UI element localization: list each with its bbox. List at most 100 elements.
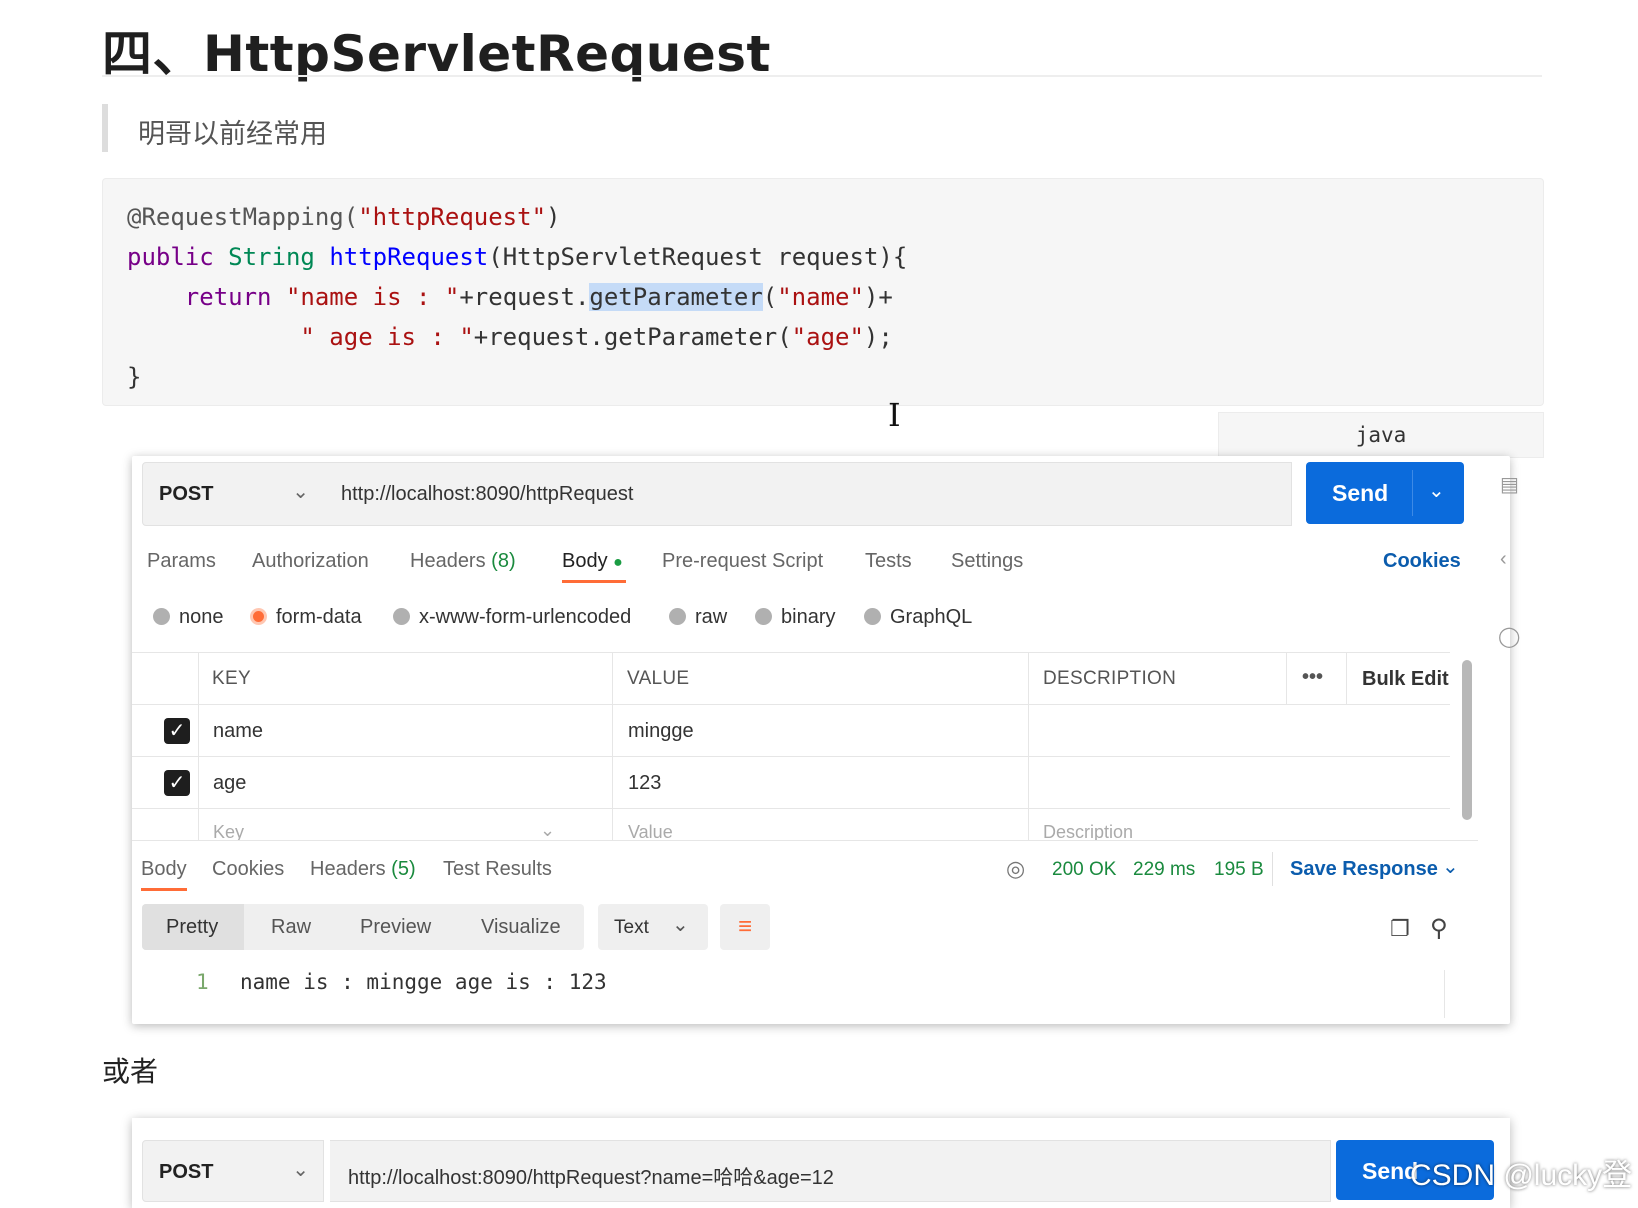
view-pretty[interactable]: Pretty	[166, 916, 218, 939]
chevron-down-icon: ⌄	[292, 1159, 309, 1181]
code-text: (HttpServletRequest request){	[488, 243, 908, 271]
column-header-key: KEY	[212, 668, 251, 689]
radio-binary[interactable]: binary	[755, 606, 835, 629]
tab-params[interactable]: Params	[147, 550, 216, 573]
code-method-name: httpRequest	[329, 243, 489, 271]
response-headers-count: (5)	[391, 858, 416, 880]
send-divider	[1412, 470, 1413, 516]
code-text: )	[546, 203, 561, 231]
radio-circle-icon	[755, 608, 772, 625]
radio-label: x-www-form-urlencoded	[419, 606, 632, 628]
chevron-down-icon: ⌄	[292, 481, 309, 503]
response-tab-test-results[interactable]: Test Results	[443, 858, 552, 881]
tab-headers-count: (8)	[491, 550, 516, 572]
url-input-2[interactable]: http://localhost:8090/httpRequest?name=哈…	[330, 1140, 1331, 1202]
radio-circle-icon	[393, 608, 410, 625]
row-checkbox[interactable]: ✓	[164, 770, 190, 796]
method-label: POST	[159, 483, 214, 505]
radio-raw[interactable]: raw	[669, 606, 727, 629]
tab-body-underline	[562, 580, 626, 583]
table-border	[612, 652, 613, 840]
radio-graphql[interactable]: GraphQL	[864, 606, 972, 629]
info-icon[interactable]: ◯	[1498, 624, 1520, 649]
heading-divider	[102, 75, 1542, 77]
chevron-left-icon[interactable]: ‹	[1500, 548, 1507, 571]
code-type: String	[228, 243, 315, 271]
copy-icon[interactable]: ❐	[1390, 916, 1410, 942]
param-value[interactable]: 123	[628, 772, 661, 795]
format-select[interactable]: Text ⌄	[598, 904, 708, 950]
tab-body-label: Body	[562, 550, 608, 572]
response-tab-headers-label: Headers	[310, 858, 386, 880]
response-time: 229 ms	[1133, 859, 1196, 880]
radio-label: GraphQL	[890, 606, 973, 628]
more-options-icon[interactable]: •••	[1302, 666, 1323, 689]
tab-pre-request-script[interactable]: Pre-request Script	[662, 550, 823, 573]
send-button[interactable]: Send ⌄	[1306, 462, 1464, 524]
method-select-2[interactable]: POST ⌄	[142, 1140, 324, 1202]
code-content[interactable]: @RequestMapping("httpRequest") public St…	[127, 197, 907, 397]
radio-form-data[interactable]: form-data	[250, 606, 362, 629]
tab-body[interactable]: Body ●	[562, 550, 623, 573]
table-border	[132, 756, 1450, 757]
radio-circle-icon	[153, 608, 170, 625]
chevron-down-icon: ⌄	[672, 914, 689, 936]
document-icon[interactable]: ▤	[1500, 472, 1519, 497]
chevron-down-icon[interactable]: ⌄	[1442, 854, 1459, 879]
code-selection: getParameter	[589, 283, 763, 311]
body-indicator-dot: ●	[613, 554, 623, 571]
divider	[1272, 852, 1273, 886]
row-checkbox[interactable]: ✓	[164, 718, 190, 744]
search-icon[interactable]: ⚲	[1430, 914, 1448, 943]
radio-label: binary	[781, 606, 836, 628]
response-tab-underline	[141, 888, 187, 891]
view-raw[interactable]: Raw	[271, 916, 311, 939]
table-border	[132, 652, 1450, 653]
view-preview[interactable]: Preview	[360, 916, 431, 939]
bulk-edit-button[interactable]: Bulk Edit	[1362, 668, 1449, 691]
table-border	[198, 652, 199, 840]
code-keyword: return	[184, 283, 272, 311]
globe-icon[interactable]: ◎	[1006, 856, 1025, 882]
line-number: 1	[196, 970, 209, 994]
response-output[interactable]: name is : mingge age is : 123	[240, 970, 607, 994]
view-visualize[interactable]: Visualize	[481, 916, 561, 939]
code-text: );	[863, 323, 893, 351]
table-border	[132, 808, 1450, 809]
view-mode-group: Pretty Raw Preview Visualize	[142, 904, 584, 950]
method-select[interactable]: POST ⌄	[142, 462, 324, 526]
code-text: (	[762, 283, 778, 311]
code-text: )+	[863, 283, 893, 311]
tab-tests[interactable]: Tests	[865, 550, 912, 573]
save-response-button[interactable]: Save Response	[1290, 858, 1438, 881]
code-text: +request.getParameter(	[473, 323, 792, 351]
radio-circle-icon	[669, 608, 686, 625]
param-value[interactable]: mingge	[628, 720, 694, 743]
code-block[interactable]: @RequestMapping("httpRequest") public St…	[102, 178, 1544, 406]
url-input[interactable]: http://localhost:8090/httpRequest	[323, 462, 1292, 526]
chevron-down-icon[interactable]: ⌄	[540, 820, 555, 841]
table-scrollbar[interactable]	[1462, 660, 1472, 820]
radio-label: form-data	[276, 606, 362, 628]
or-text: 或者	[102, 1055, 159, 1088]
param-key[interactable]: age	[213, 772, 246, 795]
radio-label: none	[179, 606, 224, 628]
blockquote-bar	[102, 104, 108, 152]
response-tab-cookies[interactable]: Cookies	[212, 858, 284, 881]
cookies-link[interactable]: Cookies	[1383, 550, 1461, 573]
radio-label: raw	[695, 606, 728, 628]
radio-selected-icon	[250, 608, 267, 625]
code-language-label[interactable]: java	[1218, 412, 1544, 458]
wrap-lines-icon[interactable]: ≡	[720, 904, 770, 950]
radio-x-www-form-urlencoded[interactable]: x-www-form-urlencoded	[393, 606, 631, 629]
tab-authorization[interactable]: Authorization	[252, 550, 369, 573]
param-key[interactable]: name	[213, 720, 263, 743]
chevron-down-icon[interactable]: ⌄	[1428, 478, 1445, 503]
response-tab-body[interactable]: Body	[141, 858, 187, 881]
editor-scroll-track	[1444, 970, 1445, 1018]
radio-none[interactable]: none	[153, 606, 224, 629]
tab-settings[interactable]: Settings	[951, 550, 1023, 573]
tab-headers[interactable]: Headers (8)	[410, 550, 516, 573]
response-tab-headers[interactable]: Headers (5)	[310, 858, 416, 881]
pane-divider[interactable]	[132, 840, 1478, 847]
